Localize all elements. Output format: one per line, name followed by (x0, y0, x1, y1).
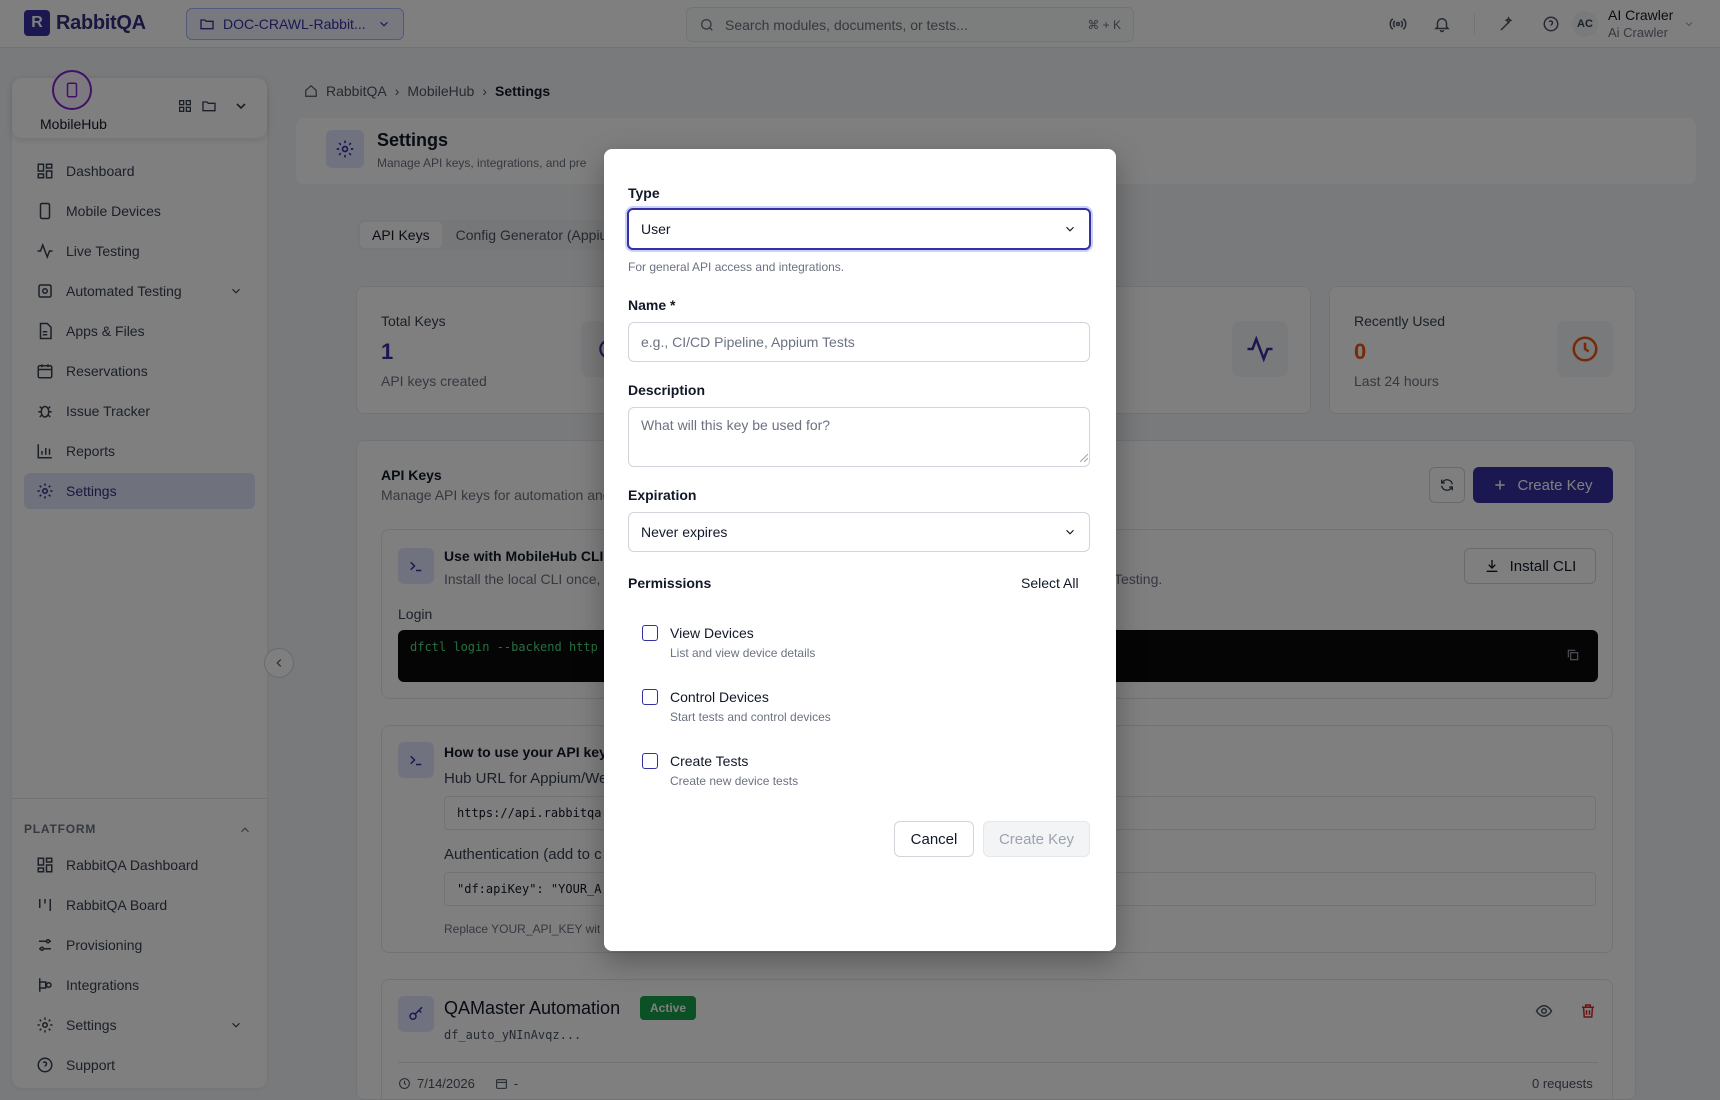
create-key-dialog: Type User For general API access and int… (604, 149, 1116, 951)
type-value: User (641, 221, 671, 237)
create-key-submit-button[interactable]: Create Key (983, 821, 1090, 857)
expiration-select[interactable]: Never expires (628, 512, 1090, 552)
permission-desc: Create new device tests (670, 774, 799, 788)
name-input[interactable] (628, 322, 1090, 362)
select-all-button[interactable]: Select All (1021, 575, 1079, 591)
permissions-label: Permissions (628, 575, 712, 591)
checkbox[interactable] (642, 689, 658, 705)
permission-title: Create Tests (670, 753, 749, 769)
expiration-label: Expiration (628, 487, 697, 503)
resize-handle-icon[interactable] (1080, 454, 1088, 462)
permission-view-devices[interactable]: View Devices List and view device detail… (642, 623, 815, 663)
chevron-down-icon (1063, 222, 1077, 236)
type-label: Type (628, 185, 660, 201)
expiration-value: Never expires (641, 524, 728, 540)
chevron-down-icon (1063, 525, 1077, 539)
cancel-button[interactable]: Cancel (894, 821, 974, 857)
description-textarea[interactable] (628, 407, 1090, 467)
permission-title: Control Devices (670, 689, 769, 705)
permission-title: View Devices (670, 625, 754, 641)
checkbox[interactable] (642, 753, 658, 769)
permission-desc: Start tests and control devices (670, 710, 831, 724)
permission-desc: List and view device details (670, 646, 816, 660)
type-help: For general API access and integrations. (628, 260, 845, 274)
permission-create-tests[interactable]: Create Tests Create new device tests (642, 751, 798, 791)
permission-control-devices[interactable]: Control Devices Start tests and control … (642, 687, 831, 727)
type-select[interactable]: User (627, 208, 1091, 250)
name-label: Name * (628, 297, 676, 313)
checkbox[interactable] (642, 625, 658, 641)
description-label: Description (628, 382, 706, 398)
